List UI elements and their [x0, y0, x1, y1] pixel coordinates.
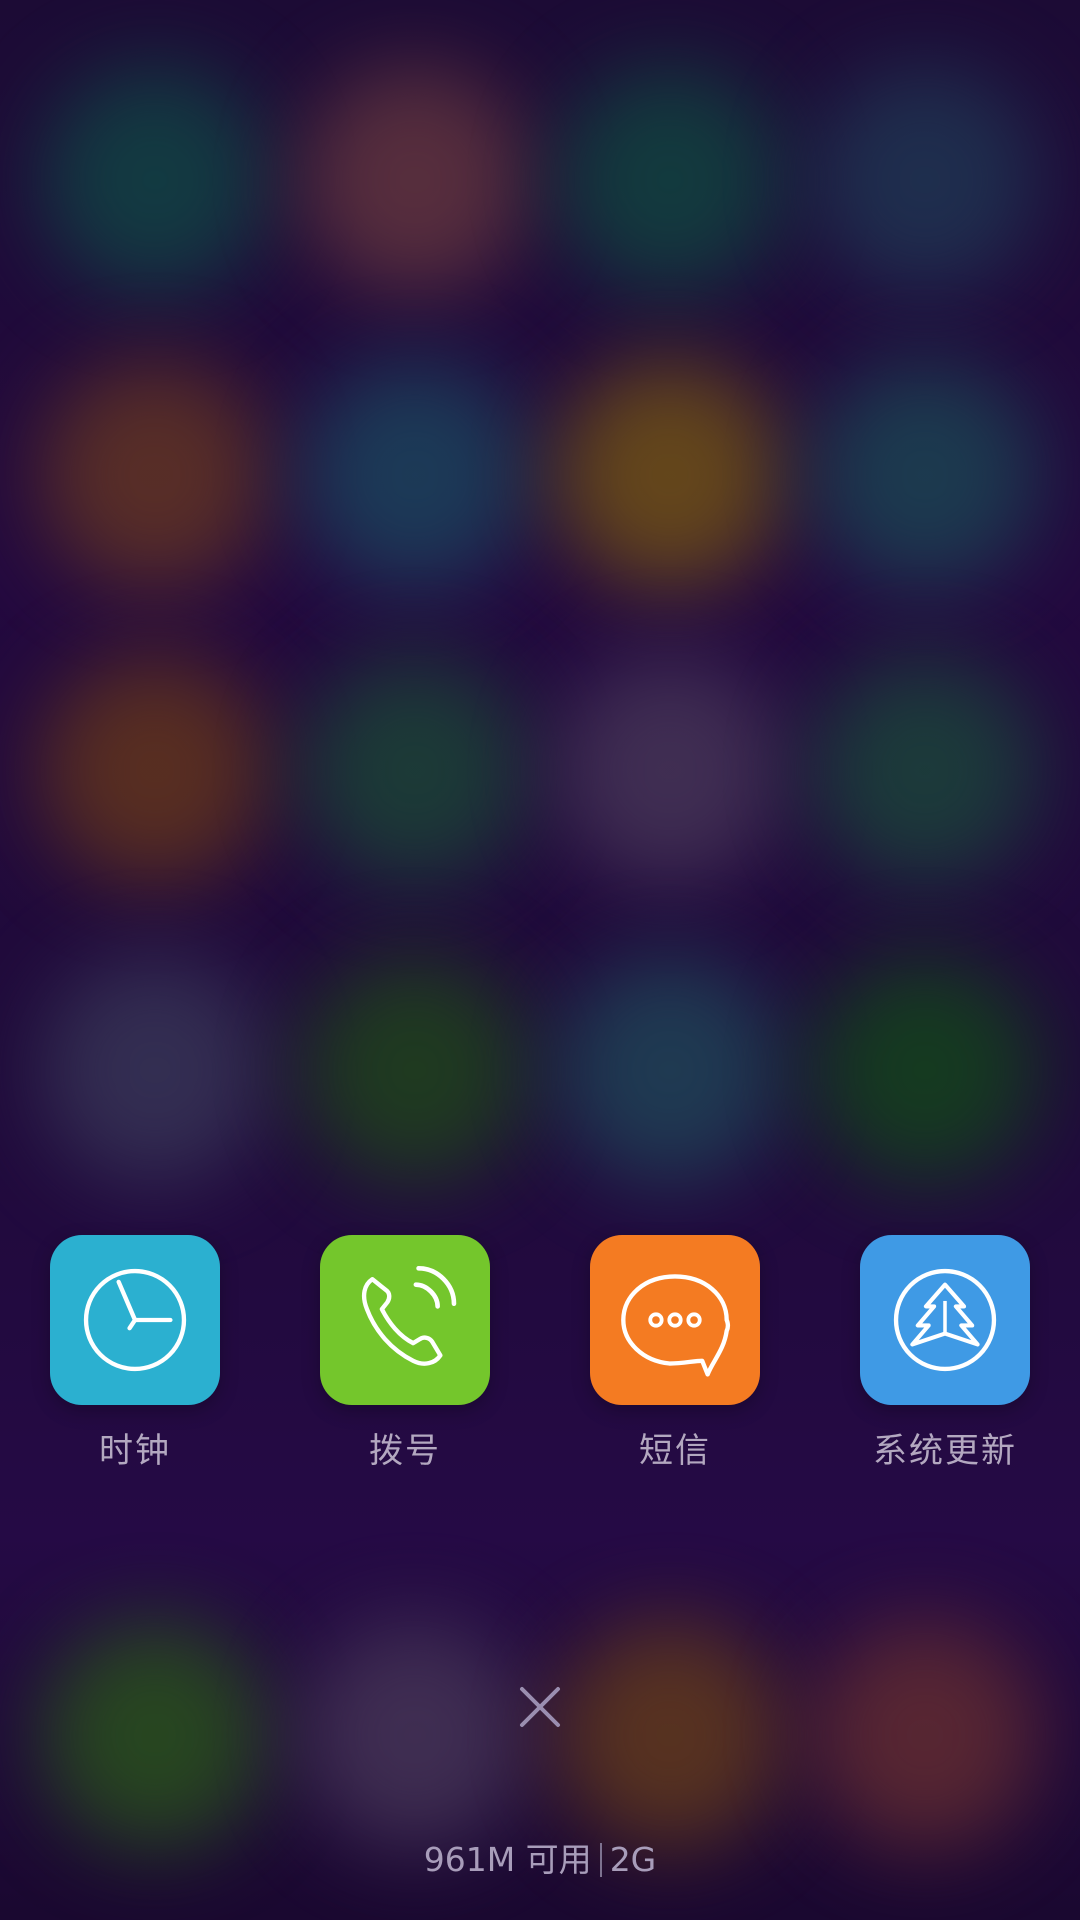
- bg-blob: [40, 65, 270, 295]
- bg-blob: [810, 1620, 1040, 1850]
- blurred-background: [0, 0, 1080, 1920]
- recent-app-dialer[interactable]: 拨号: [285, 1235, 525, 1475]
- bg-blob: [810, 360, 1040, 590]
- clock-icon: [50, 1235, 220, 1405]
- bg-blob: [555, 655, 785, 885]
- app-label-system-update: 系统更新: [873, 1431, 1017, 1471]
- bg-blob: [40, 655, 270, 885]
- recent-apps-row: 时钟 拨号 短信 系统更新: [0, 1235, 1080, 1475]
- app-label-clock: 时钟: [99, 1431, 171, 1471]
- bg-blob: [555, 360, 785, 590]
- bg-blob: [300, 655, 530, 885]
- close-all-button[interactable]: [500, 1667, 580, 1747]
- update-icon: [860, 1235, 1030, 1405]
- bg-blob: [810, 65, 1040, 295]
- memory-total: 2G: [609, 1840, 657, 1879]
- memory-available: 961M 可用: [423, 1840, 592, 1879]
- close-icon: [520, 1687, 560, 1727]
- recent-app-system-update[interactable]: 系统更新: [825, 1235, 1065, 1475]
- message-icon: [590, 1235, 760, 1405]
- phone-icon: [320, 1235, 490, 1405]
- memory-divider: [599, 1842, 602, 1877]
- bg-blob: [300, 955, 530, 1185]
- bg-blob: [810, 955, 1040, 1185]
- app-label-dialer: 拨号: [369, 1431, 441, 1471]
- app-label-messages: 短信: [639, 1431, 711, 1471]
- bg-blob: [40, 1620, 270, 1850]
- bg-blob: [555, 65, 785, 295]
- memory-status: 961M 可用 2G: [0, 1833, 1080, 1881]
- bg-blob: [555, 1620, 785, 1850]
- bg-blob: [555, 955, 785, 1185]
- bg-blob: [40, 955, 270, 1185]
- recent-app-clock[interactable]: 时钟: [15, 1235, 255, 1475]
- bg-blob: [40, 360, 270, 590]
- bg-blob: [300, 65, 530, 295]
- bg-blob: [810, 655, 1040, 885]
- recent-app-messages[interactable]: 短信: [555, 1235, 795, 1475]
- bg-blob: [300, 360, 530, 590]
- bg-blob: [300, 1620, 530, 1850]
